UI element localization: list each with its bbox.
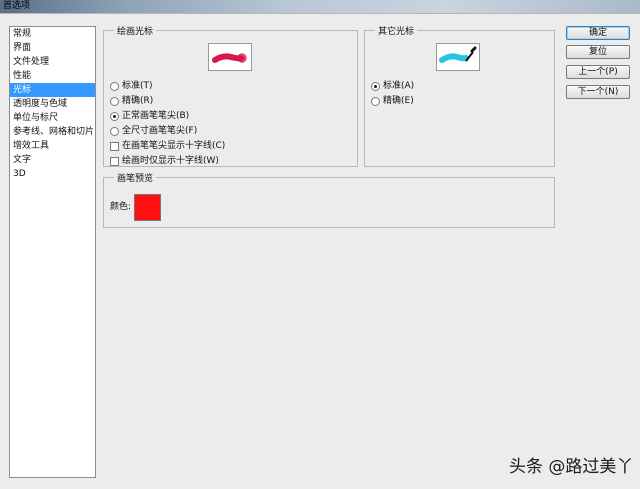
painting-precise-option[interactable]: 精确(R) (110, 95, 153, 108)
only-crosshair-checkbox[interactable] (110, 157, 119, 166)
other-cursors-legend: 其它光标 (378, 27, 415, 37)
brush-preview-color-swatch[interactable] (134, 194, 161, 221)
brush-stroke-icon (212, 53, 247, 63)
other-precise-option[interactable]: 精确(E) (371, 95, 414, 108)
category-list[interactable]: 常规 界面 文件处理 性能 光标 透明度与色域 单位与标尺 参考线、网格和切片 … (9, 26, 96, 478)
sidebar-item-guides[interactable]: 参考线、网格和切片 (10, 125, 95, 139)
title-bar: 首选项 (0, 0, 640, 13)
brush-preview-legend: 画笔预览 (117, 174, 154, 184)
sidebar-item-units[interactable]: 单位与标尺 (10, 111, 95, 125)
sidebar-item-general[interactable]: 常规 (10, 27, 95, 41)
eyedropper-icon (439, 46, 477, 63)
sidebar-item-plugins[interactable]: 增效工具 (10, 139, 95, 153)
painting-cursors-legend: 绘画光标 (117, 27, 154, 37)
other-standard-radio[interactable] (371, 82, 380, 91)
painting-standard-option[interactable]: 标准(T) (110, 80, 153, 93)
painting-cursor-preview (208, 43, 252, 71)
painting-normal-tip-option[interactable]: 正常画笔笔尖(B) (110, 110, 189, 123)
only-crosshair-option[interactable]: 绘画时仅显示十字线(W) (110, 155, 219, 168)
other-precise-radio[interactable] (371, 97, 380, 106)
previous-button[interactable]: 上一个(P) (566, 65, 630, 79)
ok-button[interactable]: 确定 (566, 26, 630, 40)
sidebar-item-interface[interactable]: 界面 (10, 41, 95, 55)
sidebar-item-type[interactable]: 文字 (10, 153, 95, 167)
watermark: 头条 @路过美丫 (509, 457, 634, 477)
sidebar-item-cursors[interactable]: 光标 (10, 83, 95, 97)
other-standard-option[interactable]: 标准(A) (371, 80, 414, 93)
painting-standard-radio[interactable] (110, 82, 119, 91)
painting-normal-tip-radio[interactable] (110, 112, 119, 121)
window-title: 首选项 (3, 1, 31, 11)
show-crosshair-option[interactable]: 在画笔笔尖显示十字线(C) (110, 140, 225, 153)
sidebar-item-3d[interactable]: 3D (10, 167, 95, 181)
color-label: 颜色: (110, 202, 132, 212)
show-crosshair-checkbox[interactable] (110, 142, 119, 151)
brush-preview-group: 画笔预览 颜色: (103, 171, 555, 228)
other-cursors-group: 其它光标 标准(A) 精确(E) (364, 24, 555, 167)
painting-precise-radio[interactable] (110, 97, 119, 106)
preferences-dialog: 常规 界面 文件处理 性能 光标 透明度与色域 单位与标尺 参考线、网格和切片 … (0, 13, 640, 489)
next-button[interactable]: 下一个(N) (566, 85, 630, 99)
sidebar-item-transparency[interactable]: 透明度与色域 (10, 97, 95, 111)
painting-full-tip-radio[interactable] (110, 127, 119, 136)
other-cursor-preview (436, 43, 480, 71)
sidebar-item-file-handling[interactable]: 文件处理 (10, 55, 95, 69)
painting-full-tip-option[interactable]: 全尺寸画笔笔尖(F) (110, 125, 197, 138)
reset-button[interactable]: 复位 (566, 45, 630, 59)
painting-cursors-group: 绘画光标 标准(T) 精确(R) 正常画笔笔尖(B) 全尺寸画笔笔尖(F) 在画… (103, 24, 358, 167)
sidebar-item-performance[interactable]: 性能 (10, 69, 95, 83)
